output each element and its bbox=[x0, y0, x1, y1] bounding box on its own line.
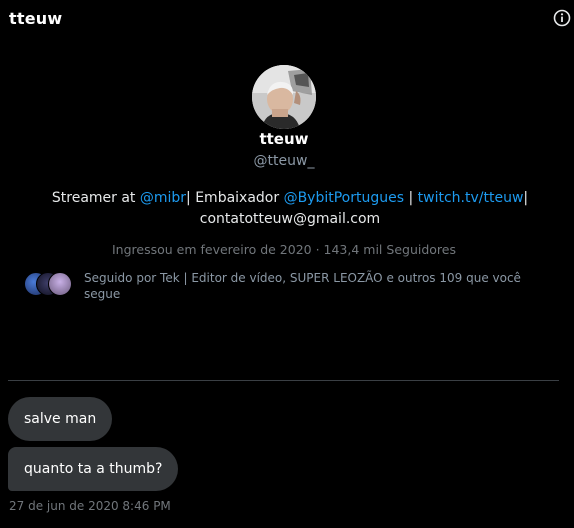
message-bubble[interactable]: quanto ta a thumb? bbox=[8, 447, 179, 491]
bio-email: contatotteuw@gmail.com bbox=[199, 211, 381, 227]
conversation-header: tteuw bbox=[0, 0, 574, 38]
info-icon[interactable] bbox=[553, 9, 571, 27]
conversation-title: tteuw bbox=[9, 9, 63, 28]
bio-text: | Embaixador bbox=[186, 190, 284, 206]
bybit-link[interactable]: @BybitPortugues bbox=[284, 190, 404, 206]
message-timestamp: 27 de jun de 2020 8:46 PM bbox=[9, 499, 171, 513]
dm-conversation: tteuw tteuw @tteuw_ Streamer at @mibr| E… bbox=[0, 0, 574, 528]
bio-text: | bbox=[523, 190, 529, 206]
joined-info: Ingressou em fevereiro de 2020 · 143,4 m… bbox=[112, 242, 456, 257]
profile-bio: Streamer at @mibr| Embaixador @BybitPort… bbox=[40, 188, 540, 230]
avatar bbox=[48, 272, 72, 296]
message-bubble[interactable]: salve man bbox=[8, 397, 113, 441]
followed-by-row[interactable]: Seguido por Tek | Editor de vídeo, SUPER… bbox=[24, 270, 544, 310]
bio-text: | bbox=[404, 190, 418, 206]
follower-avatars bbox=[24, 272, 74, 296]
mibr-link[interactable]: @mibr bbox=[140, 190, 186, 206]
followed-by-text: Seguido por Tek | Editor de vídeo, SUPER… bbox=[84, 271, 521, 301]
bio-text: Streamer at bbox=[51, 190, 140, 206]
user-handle: @tteuw_ bbox=[253, 153, 315, 169]
avatar[interactable] bbox=[252, 65, 316, 129]
twitch-link[interactable]: twitch.tv/tteuw bbox=[418, 190, 524, 206]
display-name[interactable]: tteuw bbox=[0, 130, 568, 148]
divider bbox=[8, 380, 559, 381]
